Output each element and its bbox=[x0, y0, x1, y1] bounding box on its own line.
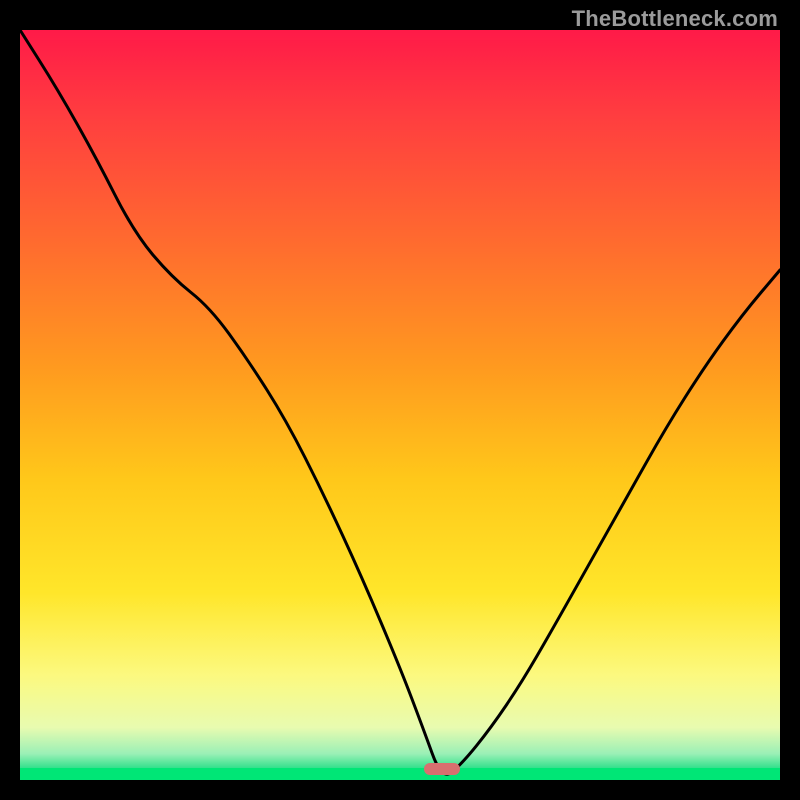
baseline-band bbox=[20, 768, 780, 780]
watermark-text: TheBottleneck.com bbox=[572, 6, 778, 32]
gradient-background bbox=[20, 30, 780, 780]
optimal-marker bbox=[424, 763, 460, 775]
plot-area bbox=[20, 30, 780, 780]
chart-frame: TheBottleneck.com bbox=[0, 0, 800, 800]
